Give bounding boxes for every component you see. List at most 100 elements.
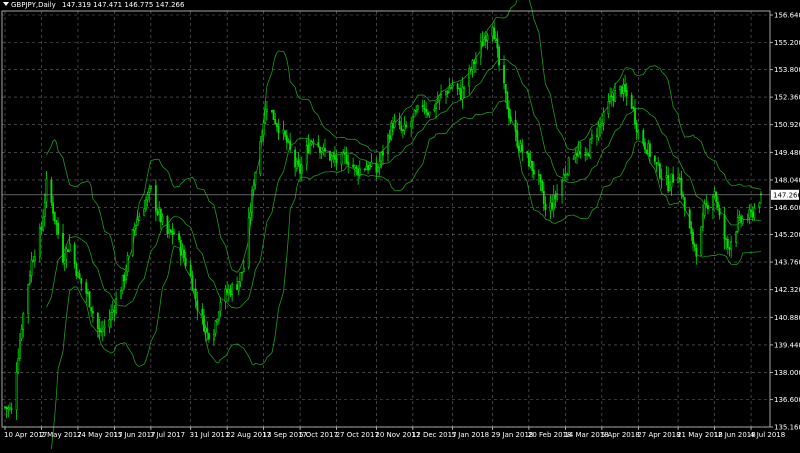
candle-body-bear xyxy=(85,282,88,294)
candle-body-bull xyxy=(370,161,373,167)
candle-body-bull xyxy=(115,298,118,313)
candle-body-bull xyxy=(68,243,71,252)
candle-body-bear xyxy=(421,104,424,108)
candle-body-bull xyxy=(264,109,267,124)
candle xyxy=(688,207,691,229)
candle-body-bull xyxy=(566,173,568,176)
candle-body-bull xyxy=(214,320,217,334)
candle-body-bull xyxy=(468,68,471,87)
candle-body-bull xyxy=(241,271,244,274)
candle-body-bull xyxy=(133,226,136,231)
candle-body-bull xyxy=(212,334,215,341)
x-tick-label: 27 Apr 2018 xyxy=(637,431,680,439)
candle-body-bear xyxy=(542,190,545,204)
candle-body-bear xyxy=(5,406,8,410)
candle-body-bear xyxy=(357,169,360,176)
candle-body-bear xyxy=(723,214,726,240)
candle-body-bear xyxy=(504,84,507,94)
candle-body-bear xyxy=(294,149,297,168)
candle-body-bear xyxy=(196,300,199,311)
candle-body-bear xyxy=(270,110,273,112)
candle-body-bull xyxy=(377,166,379,172)
candle-body-bull xyxy=(110,312,113,321)
chart-window[interactable]: 156.640 155.200 153.800 152.360 150.920 149.4… xyxy=(0,0,800,453)
candle xyxy=(329,150,331,162)
candle-body-bear xyxy=(642,130,645,145)
candle-body-bull xyxy=(45,178,48,202)
candle-body-bull xyxy=(340,152,343,165)
candle-body-bull xyxy=(753,207,756,218)
candle-body-bear xyxy=(695,248,698,257)
candle-body-bull xyxy=(561,180,563,196)
candle-body-bull xyxy=(410,121,413,128)
candle xyxy=(131,228,134,258)
candle-body-bear xyxy=(398,120,401,126)
candle-body-bull xyxy=(65,248,68,260)
candle-body-bear xyxy=(80,278,83,284)
price-chart[interactable]: 156.640 155.200 153.800 152.360 150.920 149.4… xyxy=(0,0,800,453)
candle-body-bull xyxy=(247,217,250,268)
y-tick-label: 150.920 xyxy=(774,121,800,129)
y-tick-label: 136.600 xyxy=(774,396,800,404)
candle-body-bear xyxy=(707,205,709,210)
candle-body-bull xyxy=(451,84,454,88)
candle xyxy=(630,92,633,110)
candle-body-bear xyxy=(473,61,476,65)
candle-body-bull xyxy=(668,187,671,191)
candle-body-bull xyxy=(231,284,234,295)
candle-body-bear xyxy=(179,239,182,256)
x-tick-label: 5 Oct 2017 xyxy=(299,431,338,439)
candle-body-bear xyxy=(576,152,578,157)
y-tick-label: 143.760 xyxy=(774,259,800,267)
candle-body-bull xyxy=(148,188,151,193)
candle-body-bear xyxy=(367,165,370,171)
candle-body-bear xyxy=(630,94,633,109)
candle-body-bull xyxy=(63,260,66,264)
candle-body-bear xyxy=(690,227,693,235)
candle-body-bear xyxy=(751,211,754,218)
candle-body-bear xyxy=(345,155,348,164)
candle-body-bull xyxy=(266,108,268,112)
candle-body-bear xyxy=(400,125,403,131)
candle-body-bear xyxy=(329,151,331,161)
candle-body-bear xyxy=(4,406,6,408)
ohlc-values: 147.319 147.471 146.775 147.266 xyxy=(62,1,185,9)
candle-body-bear xyxy=(484,38,487,42)
candle-body-bear xyxy=(55,220,58,225)
candle-body-bull xyxy=(479,41,482,58)
candle-body-bear xyxy=(579,151,582,155)
candle-body-bull xyxy=(131,229,134,256)
candle-body-bear xyxy=(275,123,278,127)
candle-body-bull xyxy=(657,162,660,165)
candle-body-bull xyxy=(120,289,122,299)
candle-body-bull xyxy=(619,85,622,91)
candle-body-bear xyxy=(446,91,449,94)
candle-body-bull xyxy=(700,226,703,256)
candle-body-bear xyxy=(716,201,719,208)
candle-body-bull xyxy=(436,100,439,103)
candle-body-bull xyxy=(735,231,738,243)
candle-body-bull xyxy=(461,86,464,100)
candle-body-bear xyxy=(203,315,205,332)
candle-body-bull xyxy=(597,125,600,138)
candle-body-bull xyxy=(254,172,257,186)
candle-body-bear xyxy=(178,233,181,241)
candle-body-bull xyxy=(564,173,567,176)
candle-body-bull xyxy=(380,152,383,162)
candle-body-bull xyxy=(310,141,313,145)
candle-body-bear xyxy=(718,208,721,216)
candle-body-bear xyxy=(201,308,204,316)
x-tick-label: 5 Apr 2018 xyxy=(601,431,640,439)
x-tick-label: 12 Dec 2017 xyxy=(412,431,457,439)
candle-body-bear xyxy=(98,328,101,333)
candle-body-bear xyxy=(620,86,623,95)
candle-body-bull xyxy=(609,96,612,102)
candle-body-bear xyxy=(277,126,280,133)
candle-body-bear xyxy=(531,160,534,171)
candle-body-bull xyxy=(353,165,356,169)
candle-body-bull xyxy=(312,141,315,144)
candle-body-bear xyxy=(154,185,157,212)
candle-body-bear xyxy=(426,112,429,116)
candle-body-bull xyxy=(474,57,477,64)
candle-body-bear xyxy=(347,161,350,166)
